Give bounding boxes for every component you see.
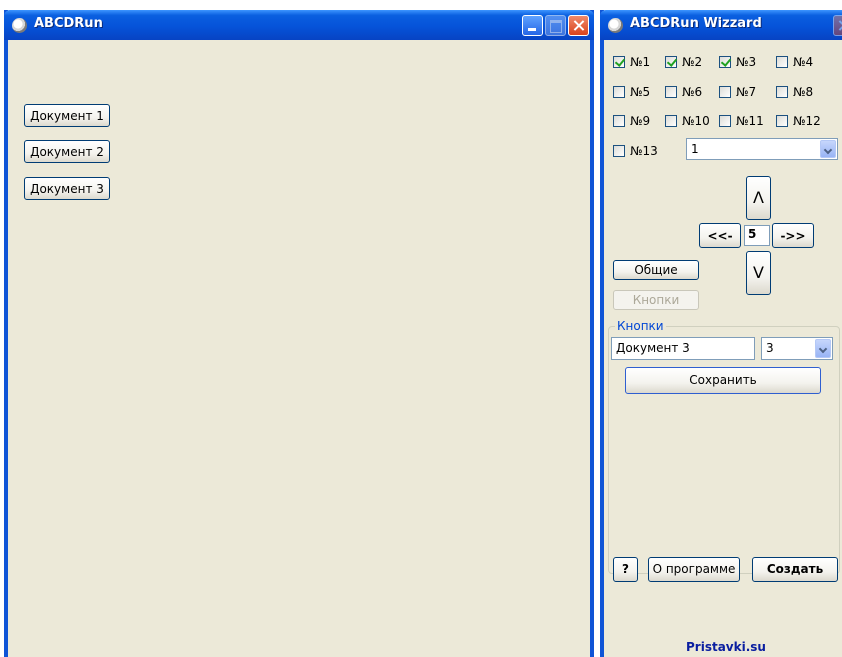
step-value-field[interactable]: 5 [744,225,770,246]
checkbox-7-label: №7 [736,85,757,99]
up-button[interactable]: Λ [746,176,771,220]
checkbox-5-label: №5 [630,85,651,99]
chevron-down-icon[interactable] [820,140,836,158]
checkbox-12-label: №12 [793,114,821,128]
save-button[interactable]: Сохранить [625,367,821,394]
checkbox-6-label: №6 [682,85,703,99]
checkbox-1-label: №1 [630,55,651,69]
checkbox-8-label: №8 [793,85,814,99]
checkbox-5-box[interactable] [613,86,625,98]
document-3-button[interactable]: Документ 3 [24,177,110,200]
checkbox-1-box[interactable] [613,56,625,68]
checkbox-10-label: №10 [682,114,710,128]
checkbox-11-box[interactable] [719,115,731,127]
groupbox-title: Кнопки [615,319,666,333]
maximize-icon [545,15,566,36]
app-icon [608,18,623,33]
button-count-value: 3 [766,341,774,355]
document-2-button[interactable]: Документ 2 [24,140,110,163]
checkbox-6-box[interactable] [665,86,677,98]
left-button[interactable]: <<- [699,223,741,248]
main-window: ABCDRun Документ 1 Документ 2 Документ 3 [4,10,594,657]
main-title-bar[interactable]: ABCDRun [4,10,594,40]
wizard-title-bar[interactable]: ABCDRun Wizzard [600,10,842,40]
number-select[interactable]: 1 [686,138,838,160]
general-button[interactable]: Общие [613,260,699,280]
checkbox-4-box[interactable] [776,56,788,68]
checkbox-9-label: №9 [630,114,651,128]
main-window-title: ABCDRun [34,16,103,31]
checkbox-11-label: №11 [736,114,764,128]
checkbox-7-box[interactable] [719,86,731,98]
checkbox-10-box[interactable] [665,115,677,127]
checkbox-3-label: №3 [736,55,757,69]
button-name-field[interactable]: Документ 3 [611,337,755,360]
checkbox-8-box[interactable] [776,86,788,98]
footer-link[interactable]: Pristavki.su [686,640,766,654]
minimize-icon[interactable] [522,15,543,36]
checkbox-4-label: №4 [793,55,814,69]
checkbox-2-label: №2 [682,55,703,69]
number-select-value: 1 [691,142,699,156]
buttons-groupbox: Кнопки Документ 3 3 Сохранить [608,319,840,574]
app-icon [12,18,27,33]
wizard-window-title: ABCDRun Wizzard [630,16,762,31]
create-button[interactable]: Создать [752,557,838,582]
buttons-button: Кнопки [613,290,699,310]
about-button[interactable]: О программе [648,557,740,582]
close-icon[interactable] [568,15,589,36]
wizard-window: ABCDRun Wizzard №1 №2 №3 №4 №5 №6 №7 №8 … [600,10,842,657]
down-button[interactable]: V [746,251,771,295]
chevron-down-icon[interactable] [815,339,831,358]
checkbox-9-box[interactable] [613,115,625,127]
right-button[interactable]: ->> [772,223,814,248]
close-icon[interactable] [833,15,842,36]
checkbox-12-box[interactable] [776,115,788,127]
button-count-select[interactable]: 3 [761,337,833,360]
checkbox-2-box[interactable] [665,56,677,68]
checkbox-13-box[interactable] [613,145,625,157]
document-1-button[interactable]: Документ 1 [24,104,110,127]
checkbox-13-label: №13 [630,144,658,158]
help-button[interactable]: ? [613,557,638,582]
checkbox-3-box[interactable] [719,56,731,68]
